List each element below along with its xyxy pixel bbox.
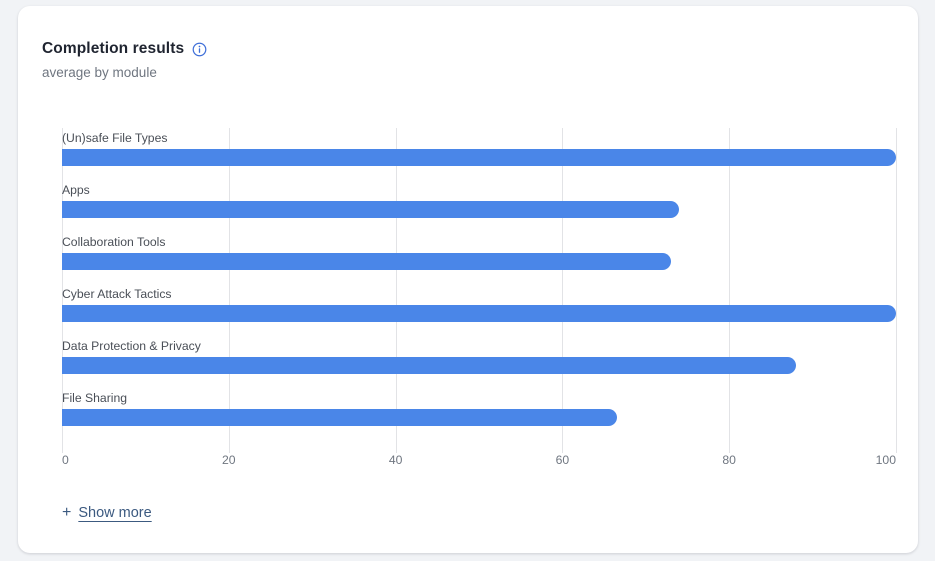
card-header: Completion results average by module	[42, 40, 207, 80]
x-axis-tick-80: 80	[722, 453, 736, 467]
card-subtitle: average by module	[42, 65, 207, 80]
completion-results-card: Completion results average by module (Un…	[18, 6, 918, 553]
x-axis: 0 20 40 60 80 100	[62, 453, 896, 473]
bar[interactable]	[62, 409, 617, 426]
bar[interactable]	[62, 201, 679, 218]
chart-bars: (Un)safe File Types Apps Collaboration Too…	[62, 128, 896, 453]
bar[interactable]	[62, 357, 796, 374]
bar-category-label: Apps	[62, 183, 90, 197]
bar[interactable]	[62, 253, 671, 270]
bar-category-label: File Sharing	[62, 391, 127, 405]
bar[interactable]	[62, 149, 896, 166]
show-more-label: Show more	[78, 505, 151, 521]
plus-icon: +	[62, 505, 71, 521]
page-title: Completion results	[42, 40, 184, 58]
bar-group: Cyber Attack Tactics	[62, 284, 896, 336]
title-row: Completion results	[42, 40, 207, 58]
gridline-100	[896, 128, 897, 453]
bar-category-label: Data Protection & Privacy	[62, 339, 201, 353]
bar-category-label: Collaboration Tools	[62, 235, 165, 249]
bar[interactable]	[62, 305, 896, 322]
bar-group: (Un)safe File Types	[62, 128, 896, 180]
bar-group: File Sharing	[62, 388, 896, 440]
bar-group: Collaboration Tools	[62, 232, 896, 284]
x-axis-tick-100: 100	[876, 453, 896, 467]
x-axis-tick-40: 40	[389, 453, 403, 467]
bar-chart: (Un)safe File Types Apps Collaboration Too…	[62, 128, 896, 453]
show-more-button[interactable]: + Show more	[62, 505, 152, 521]
bar-group: Data Protection & Privacy	[62, 336, 896, 388]
bar-group: Apps	[62, 180, 896, 232]
info-circle-icon[interactable]	[192, 42, 207, 57]
bar-category-label: (Un)safe File Types	[62, 131, 167, 145]
x-axis-tick-20: 20	[222, 453, 236, 467]
bar-category-label: Cyber Attack Tactics	[62, 287, 172, 301]
x-axis-tick-0: 0	[62, 453, 69, 467]
x-axis-tick-60: 60	[556, 453, 570, 467]
